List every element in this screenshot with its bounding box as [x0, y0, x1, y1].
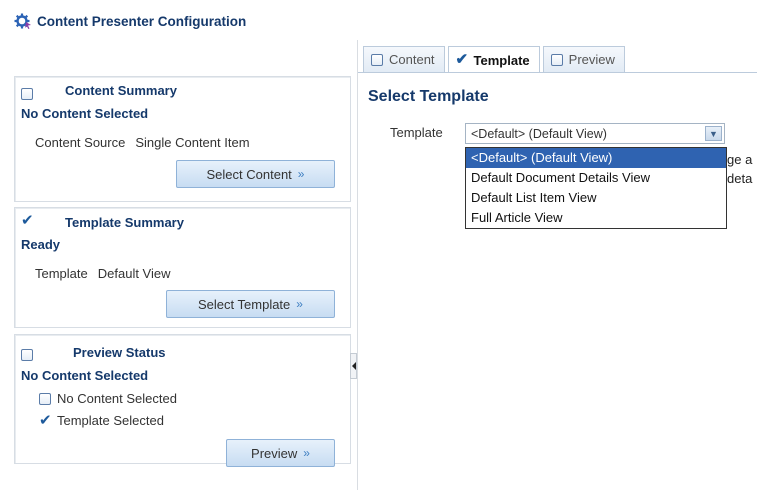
config-tabs: Content ✔ Template Preview	[363, 46, 628, 73]
chevron-right-icon: »	[303, 446, 310, 460]
tab-content[interactable]: Content	[363, 46, 445, 72]
select-template-label: Select Template	[198, 296, 291, 312]
template-row: Template Default View	[35, 266, 171, 281]
pane-splitter[interactable]	[357, 40, 358, 490]
tab-content-checkbox	[371, 53, 383, 66]
page-title: Content Presenter Configuration	[37, 13, 247, 29]
checkmark-icon: ✔	[21, 212, 34, 229]
gear-icon	[14, 13, 31, 29]
page-header: Content Presenter Configuration	[14, 10, 246, 32]
dropdown-option[interactable]: Full Article View	[466, 208, 726, 228]
template-summary-panel: ✔ Template Summary Ready Template Default…	[14, 207, 351, 328]
preview-check-template-label: Template Selected	[57, 413, 164, 428]
tab-preview-checkbox	[550, 53, 563, 66]
tab-template-label: Template	[473, 52, 530, 68]
tab-template[interactable]: ✔ Template	[447, 46, 540, 73]
dropdown-option[interactable]: Default List Item View	[466, 188, 726, 208]
content-summary-status: No Content Selected	[21, 106, 149, 121]
content-source-value: Single Content Item	[135, 135, 250, 150]
preview-check-template: ✔ Template Selected	[39, 411, 164, 429]
preview-status-checkbox	[21, 349, 33, 361]
preview-status-panel: Preview Status No Content Selected No Co…	[14, 334, 351, 467]
select-content-label: Select Content	[206, 166, 292, 182]
content-summary-checkbox	[21, 88, 33, 100]
template-summary-status: Ready	[21, 237, 61, 252]
description-text-fragment: deta	[727, 171, 753, 186]
description-text-fragment: ge a	[727, 152, 753, 167]
content-source-label: Content Source	[35, 135, 126, 150]
select-content-button[interactable]: Select Content »	[176, 160, 335, 188]
template-value: Default View	[97, 266, 171, 281]
tab-divider	[358, 72, 757, 73]
preview-status-title: Preview Status	[73, 345, 166, 360]
template-select[interactable]: <Default> (Default View) ▼	[465, 123, 725, 144]
preview-button[interactable]: Preview »	[226, 439, 335, 467]
chevron-right-icon: »	[297, 167, 305, 181]
template-dropdown-list: <Default> (Default View) Default Documen…	[465, 147, 727, 229]
collapse-pane-button[interactable]	[350, 353, 357, 379]
chevron-right-icon: »	[296, 297, 303, 311]
dropdown-option[interactable]: <Default> (Default View)	[466, 148, 726, 168]
template-label: Template	[35, 266, 88, 281]
checkbox-icon	[39, 392, 51, 405]
tab-preview[interactable]: Preview	[542, 46, 625, 72]
dropdown-option[interactable]: Default Document Details View	[466, 168, 726, 188]
template-field-label: Template	[390, 125, 443, 140]
content-summary-panel: Content Summary No Content Selected Cont…	[14, 76, 351, 202]
template-summary-title: Template Summary	[65, 215, 184, 230]
preview-check-content: No Content Selected	[39, 391, 177, 406]
collapse-arrow-icon	[351, 362, 356, 370]
checkmark-icon: ✔	[39, 411, 52, 429]
chevron-down-icon[interactable]: ▼	[705, 126, 722, 141]
preview-status-status: No Content Selected	[21, 368, 149, 383]
section-title: Select Template	[368, 88, 489, 105]
content-summary-title: Content Summary	[65, 83, 177, 98]
preview-button-label: Preview	[251, 445, 298, 461]
checkmark-icon: ✔	[455, 51, 469, 68]
select-template-button[interactable]: Select Template »	[166, 290, 335, 318]
template-select-value: <Default> (Default View)	[471, 126, 607, 141]
content-source-row: Content Source Single Content Item	[35, 135, 250, 150]
tab-content-label: Content	[389, 52, 435, 67]
preview-check-content-label: No Content Selected	[57, 391, 177, 406]
tab-preview-label: Preview	[568, 52, 615, 67]
